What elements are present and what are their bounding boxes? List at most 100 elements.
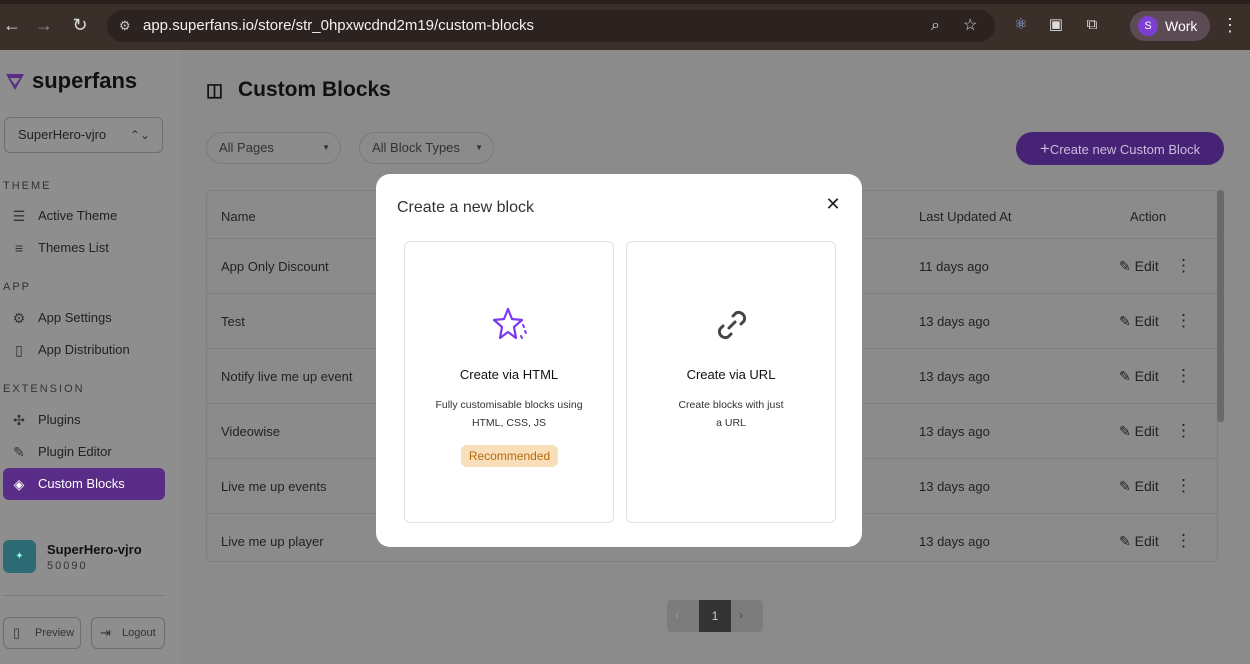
filter-pages-value: All Pages [219,140,274,155]
store-card[interactable]: ✦ SuperHero-vjro 50090 [3,537,173,581]
phone-icon: ▯ [15,342,23,358]
store-avatar: ✦ [3,540,36,573]
sidebar-item-plugin-editor[interactable]: ✎ Plugin Editor [3,436,165,468]
col-header-action: Action [1130,209,1167,224]
more-icon[interactable]: ⋮ [1175,311,1192,331]
more-icon[interactable]: ⋮ [1175,476,1192,496]
section-app: APP [3,281,32,293]
sidebar-item-label: Plugins [38,412,81,427]
sidebar-item-app-distribution[interactable]: ▯ App Distribution [3,334,165,366]
back-icon[interactable]: ← [0,13,24,37]
option-title: Create via HTML [459,367,559,382]
reload-icon[interactable]: ↻ [68,13,92,37]
forward-icon[interactable]: → [32,13,56,37]
row-name: Videowise [221,424,281,439]
close-icon[interactable]: ✕ [823,194,843,214]
pagination: ‹ 1 › [667,600,763,632]
edit-button[interactable]: ✎ Edit [1119,313,1159,330]
brand-logo[interactable]: superfans [4,68,137,96]
sidebar-item-label: Themes List [38,240,109,255]
profile-chip[interactable]: S Work [1130,11,1210,41]
section-extension: EXTENSION [3,383,85,395]
extension-icon[interactable]: ▣ [1045,14,1067,36]
address-url: app.superfans.io/store/str_0hpxwcdnd2m19… [143,17,535,34]
brand-name: superfans [32,68,138,93]
row-updated: 11 days ago [919,259,989,274]
zoom-icon[interactable]: ⌕ [931,10,940,42]
react-devtools-icon[interactable]: ⚛ [1010,14,1032,36]
store-select[interactable]: SuperHero-vjro ⌃⌄ [4,117,163,153]
next-page-icon[interactable]: › [739,608,743,622]
col-header-updated: Last Updated At [919,209,1012,224]
phone-icon: ▯ [13,625,21,640]
site-info-icon[interactable]: ⚙ [119,10,131,42]
row-name: Notify live me up event [221,369,353,384]
page-current[interactable]: 1 [699,600,731,632]
logout-icon: ⇥ [100,625,111,640]
page-title-text: Custom Blocks [238,78,391,101]
edit-button[interactable]: ✎ Edit [1119,478,1159,495]
more-icon[interactable]: ⋮ [1175,256,1192,276]
superfans-logo-icon [6,74,24,90]
row-updated: 13 days ago [919,369,990,384]
option-description: Fully customisable blocks using HTML, CSS… [405,396,613,432]
recommended-badge: Recommended [461,445,558,467]
option-create-via-url[interactable]: Create via URL Create blocks with just a … [626,241,836,523]
sparkle-star-icon [492,307,527,340]
preview-button[interactable]: ▯ Preview [3,617,81,649]
preview-label: Preview [35,627,75,639]
sidebar-item-label: Active Theme [38,208,118,223]
sidebar-item-custom-blocks[interactable]: ◈ Custom Blocks [3,468,165,500]
gear-icon: ⚙ [12,310,26,326]
option-description-line: a URL [716,417,746,429]
edit-label: Edit [1134,368,1159,384]
plus-icon: + [1039,139,1050,158]
more-icon[interactable]: ⋮ [1175,421,1192,441]
page-title: ◫ Custom Blocks [206,78,391,102]
edit-label: Edit [1134,313,1159,329]
caret-down-icon: ▼ [322,143,330,152]
filter-block-types[interactable]: All Block Types ▼ [359,132,494,164]
store-name: SuperHero-vjro [47,542,142,557]
kebab-menu-icon[interactable]: ⋮ [1220,13,1240,37]
edit-button[interactable]: ✎ Edit [1119,368,1159,385]
sidebar-item-active-theme[interactable]: ☰ Active Theme [3,200,165,232]
prev-page-icon[interactable]: ‹ [675,608,679,622]
more-icon[interactable]: ⋮ [1175,531,1192,551]
option-title: Create via URL [686,367,776,382]
filter-pages[interactable]: All Pages ▼ [206,132,341,164]
edit-button[interactable]: ✎ Edit [1119,423,1159,440]
caret-down-icon: ▼ [475,143,483,152]
more-icon[interactable]: ⋮ [1175,366,1192,386]
puzzle-extensions-icon[interactable]: ⧉ [1081,14,1103,36]
option-create-via-html[interactable]: Create via HTML Fully customisable block… [404,241,614,523]
sidebar-item-themes-list[interactable]: ≡ Themes List [3,232,165,264]
store-select-value: SuperHero-vjro [18,127,107,142]
row-name: Test [221,314,245,329]
edit-label: Edit [1134,478,1159,494]
profile-name: Work [1165,18,1198,34]
edit-button[interactable]: ✎ Edit [1119,258,1159,275]
option-description-line: Create blocks with just [678,399,784,411]
edit-label: Edit [1134,258,1159,274]
sidebar-item-plugins[interactable]: ✣ Plugins [3,404,165,436]
col-header-name: Name [221,209,256,224]
create-button-label: Create new Custom Block [1049,142,1201,157]
bookmark-star-icon[interactable]: ☆ [963,10,977,42]
address-bar[interactable]: ⚙ app.superfans.io/store/str_0hpxwcdnd2m… [107,10,995,42]
row-name: App Only Discount [221,259,329,274]
row-updated: 13 days ago [919,424,990,439]
sidebar-item-label: Custom Blocks [38,476,125,491]
browser-toolbar: ← → ↻ ⚙ app.superfans.io/store/str_0hpxw… [0,0,1250,50]
row-updated: 13 days ago [919,314,990,329]
option-description-line: HTML, CSS, JS [471,417,547,429]
modal-title: Create a new block [397,199,534,216]
table-scrollbar[interactable] [1217,190,1224,422]
logout-button[interactable]: ⇥ Logout [91,617,165,649]
palette-icon: ☰ [12,208,26,224]
edit-button[interactable]: ✎ Edit [1119,533,1159,550]
divider [3,595,165,596]
create-custom-block-button[interactable]: +Create new Custom Block [1016,132,1224,165]
sidebar-item-app-settings[interactable]: ⚙ App Settings [3,302,165,334]
edit-label: Edit [1134,533,1159,549]
